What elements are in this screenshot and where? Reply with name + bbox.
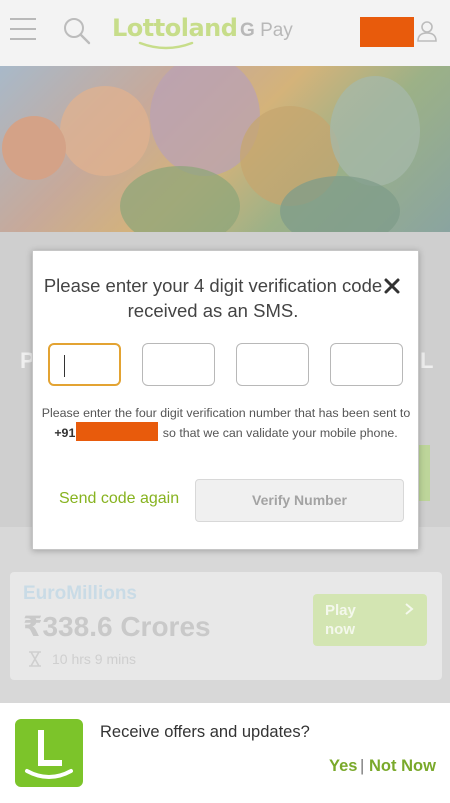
offers-prompt-bar: Receive offers and updates? Yes | Not No… (0, 703, 450, 803)
close-icon[interactable] (383, 277, 401, 295)
redacted-balance[interactable] (360, 17, 414, 47)
background-text-right: L (420, 348, 434, 373)
chevron-right-icon (405, 603, 414, 615)
lottery-title: EuroMillions (23, 583, 137, 604)
offers-question: Receive offers and updates? (100, 723, 310, 741)
top-header: Lottoland G Pay (0, 0, 450, 66)
send-code-again-link[interactable]: Send code again (59, 490, 179, 508)
text-caret (64, 355, 65, 377)
gpay-label: Pay (260, 20, 293, 41)
play-now-button[interactable]: Play now (313, 594, 427, 646)
help-text-before: Please enter the four digit verification… (41, 406, 411, 420)
app-logo-l-icon (25, 730, 73, 779)
verify-number-button[interactable]: Verify Number (195, 479, 404, 522)
time-remaining: 10 hrs 9 mins (52, 651, 137, 667)
play-now-label: Play now (325, 602, 356, 638)
help-text-after: so that we can validate your mobile phon… (159, 426, 398, 440)
hourglass-icon (29, 651, 41, 667)
code-digit-1-input[interactable] (48, 343, 121, 386)
hero-banner[interactable] (0, 66, 450, 232)
redacted-phone-number (76, 422, 159, 441)
background-button-edge (418, 445, 430, 501)
yes-button[interactable]: Yes (329, 757, 357, 776)
code-digit-3-input[interactable] (236, 343, 309, 386)
lottoland-app-icon (15, 719, 83, 787)
logo-swoosh-icon (138, 41, 194, 50)
user-icon[interactable] (416, 20, 438, 42)
menu-icon[interactable] (10, 18, 38, 44)
modal-title: Please enter your 4 digit verification c… (43, 275, 383, 321)
brand-seven-icon (2, 116, 66, 180)
gpay-logo: G Pay (240, 20, 293, 42)
code-digit-2-input[interactable] (142, 343, 215, 386)
separator: | (360, 757, 365, 775)
gpay-g-icon: G (240, 20, 255, 41)
verification-modal: Please enter your 4 digit verification c… (32, 250, 419, 550)
verification-help-text: Please enter the four digit verification… (41, 405, 411, 442)
lottery-card[interactable]: EuroMillions ₹338.6 Crores 10 hrs 9 mins… (10, 572, 442, 680)
country-code: +91 (54, 426, 76, 440)
search-icon[interactable] (62, 16, 92, 46)
not-now-button[interactable]: Not Now (369, 757, 436, 776)
jackpot-amount: ₹338.6 Crores (23, 611, 211, 642)
lottoland-logo[interactable]: Lottoland (112, 14, 238, 42)
code-digit-4-input[interactable] (330, 343, 403, 386)
